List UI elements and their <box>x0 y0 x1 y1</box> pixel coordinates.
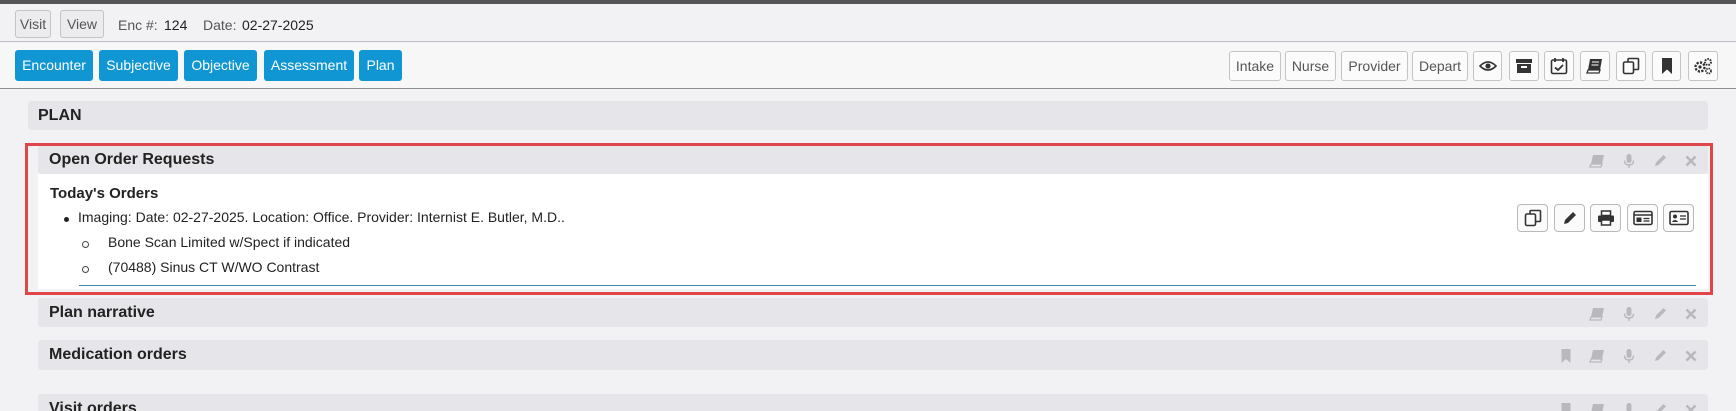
copy-icon <box>1524 209 1541 227</box>
plan-narrative-section-header: Plan narrative <box>38 298 1708 327</box>
close-icon[interactable] <box>1683 402 1699 411</box>
enc-number-label: Enc #: <box>118 17 158 33</box>
pencil-icon[interactable] <box>1652 402 1668 411</box>
tab-assessment[interactable]: Assessment <box>264 50 354 81</box>
copy-button[interactable] <box>1616 51 1646 81</box>
edit-order-button[interactable] <box>1554 204 1585 232</box>
bookmark-icon[interactable] <box>1558 348 1574 364</box>
eye-icon <box>1478 61 1497 71</box>
id-card-button[interactable] <box>1627 204 1658 232</box>
microphone-icon[interactable] <box>1621 402 1637 411</box>
section-tab-bar: Encounter Subjective Objective Assessmen… <box>0 43 1736 89</box>
bullet-ring <box>82 241 89 248</box>
divider <box>79 285 1696 286</box>
depart-button[interactable]: Depart <box>1412 51 1468 81</box>
microphone-icon[interactable] <box>1621 306 1637 322</box>
date-label: Date: <box>203 17 237 33</box>
intake-button[interactable]: Intake <box>1229 51 1281 81</box>
book-icon <box>1586 59 1602 74</box>
archive-icon <box>1516 59 1532 73</box>
tab-encounter[interactable]: Encounter <box>15 50 93 81</box>
nurse-button[interactable]: Nurse <box>1285 51 1336 81</box>
print-icon <box>1597 210 1614 226</box>
microphone-icon[interactable] <box>1621 153 1637 169</box>
pencil-icon <box>1563 212 1576 224</box>
open-orders-body: Today's Orders Imaging: Date: 02-27-2025… <box>38 174 1708 289</box>
gears-icon <box>1694 58 1712 75</box>
schedule-button[interactable] <box>1544 51 1574 81</box>
plan-header: PLAN <box>28 101 1708 130</box>
enc-number-value: 124 <box>164 17 188 33</box>
date-value: 02-27-2025 <box>242 17 314 33</box>
microphone-icon[interactable] <box>1621 348 1637 364</box>
visit-button[interactable]: Visit <box>15 10 51 38</box>
print-order-button[interactable] <box>1590 204 1621 232</box>
order-line: Imaging: Date: 02-27-2025. Location: Off… <box>78 209 565 225</box>
provider-button[interactable]: Provider <box>1341 51 1408 81</box>
view-button[interactable]: View <box>60 10 104 38</box>
settings-button[interactable] <box>1688 51 1718 81</box>
copy-order-button[interactable] <box>1517 204 1548 232</box>
book-icon[interactable] <box>1589 306 1605 322</box>
visit-orders-section-header: Visit orders <box>38 394 1708 411</box>
encounter-info-bar: Visit View Enc #: 124 Date: 02-27-2025 <box>0 4 1736 42</box>
calendar-check-icon <box>1550 58 1568 75</box>
archive-button[interactable] <box>1509 51 1539 81</box>
medication-orders-section-header: Medication orders <box>38 340 1708 370</box>
medication-orders-body <box>38 370 1708 394</box>
contact-card-icon <box>1668 210 1689 226</box>
visit-orders-title: Visit orders <box>49 400 137 411</box>
open-orders-section-header: Open Order Requests <box>38 145 1708 174</box>
order-item: Bone Scan Limited w/Spect if indicated <box>108 234 351 250</box>
book-icon[interactable] <box>1589 402 1605 411</box>
book-icon[interactable] <box>1589 348 1605 364</box>
tab-plan[interactable]: Plan <box>359 50 402 81</box>
pencil-icon[interactable] <box>1652 348 1668 364</box>
close-icon[interactable] <box>1683 153 1699 169</box>
id-card-icon <box>1632 210 1653 226</box>
bullet-dot <box>64 217 69 222</box>
plan-narrative-title: Plan narrative <box>49 304 155 321</box>
bookmark-icon[interactable] <box>1558 402 1574 411</box>
page-title: PLAN <box>38 107 82 124</box>
pencil-icon[interactable] <box>1652 306 1668 322</box>
pencil-icon[interactable] <box>1652 153 1668 169</box>
book-icon[interactable] <box>1589 153 1605 169</box>
bullet-ring <box>82 266 89 273</box>
order-item: (70488) Sinus CT W/WO Contrast <box>108 259 320 275</box>
bookmark-button[interactable] <box>1652 51 1681 81</box>
close-icon[interactable] <box>1683 348 1699 364</box>
bookmark-icon <box>1661 58 1672 74</box>
contact-card-button[interactable] <box>1663 204 1694 232</box>
open-orders-title: Open Order Requests <box>49 151 215 168</box>
todays-orders-heading: Today's Orders <box>50 185 159 202</box>
book-button[interactable] <box>1580 51 1610 81</box>
close-icon[interactable] <box>1683 306 1699 322</box>
medication-orders-title: Medication orders <box>49 346 187 363</box>
preview-button[interactable] <box>1473 51 1502 81</box>
tab-subjective[interactable]: Subjective <box>99 50 178 81</box>
tab-objective[interactable]: Objective <box>184 50 257 81</box>
copy-icon <box>1622 57 1640 75</box>
